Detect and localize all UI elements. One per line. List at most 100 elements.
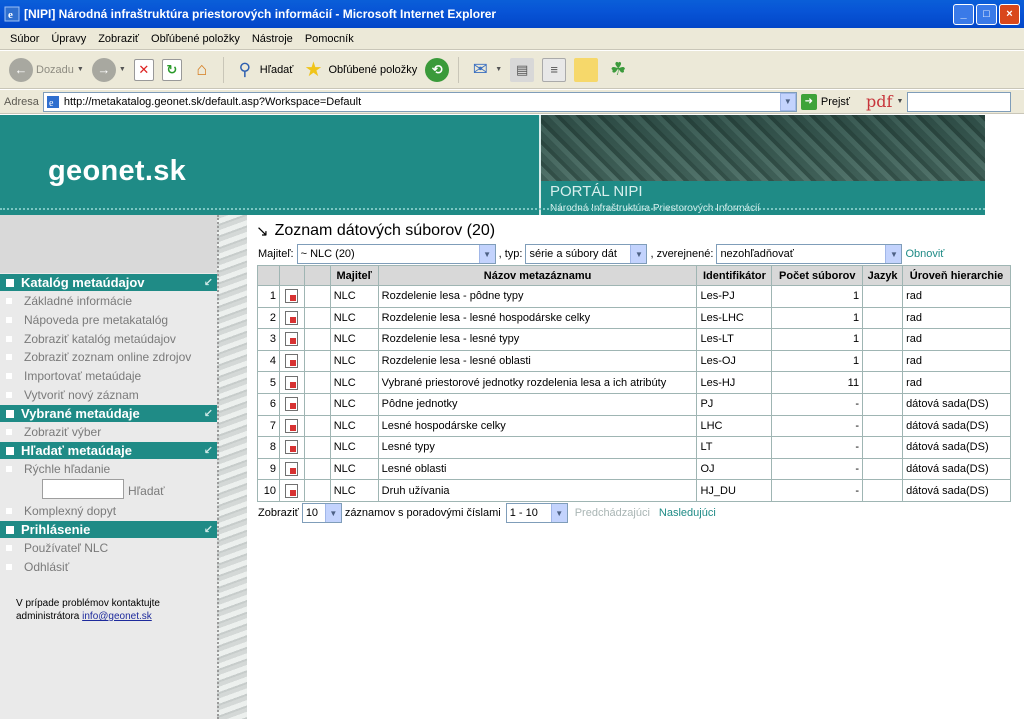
quick-search-button[interactable]: Hľadať xyxy=(128,484,165,498)
row-name[interactable]: Lesné oblasti xyxy=(377,457,698,481)
collapse-arrow-icon[interactable]: ↙ xyxy=(204,523,213,536)
sidebar-item-online-sources[interactable]: Zobraziť zoznam online zdrojov xyxy=(6,348,191,366)
document-icon[interactable] xyxy=(285,462,299,477)
table-row[interactable]: 7 NLC Lesné hospodárske celky LHC - dátová sa… xyxy=(257,414,1011,438)
edit-button[interactable]: ≡ xyxy=(539,53,569,87)
table-row[interactable]: 2 NLC Rozdelenie lesa - lesné hospodárske … xyxy=(257,306,1011,330)
row-language xyxy=(862,479,904,502)
back-button[interactable]: ← Dozadu ▼ xyxy=(6,53,87,87)
row-file-count: - xyxy=(771,392,864,416)
refresh-link[interactable]: Obnoviť xyxy=(905,248,944,260)
table-row[interactable]: 6 NLC Pôdne jednotky PJ - dátová sada(DS) xyxy=(257,392,1011,416)
row-file-count: 1 xyxy=(771,349,864,373)
close-button[interactable]: × xyxy=(999,3,1020,25)
forward-button[interactable]: → ▼ xyxy=(89,53,129,87)
chevron-down-icon[interactable]: ▼ xyxy=(896,98,903,105)
document-icon[interactable] xyxy=(285,418,299,433)
sidebar-item-import[interactable]: Importovať metaúdaje xyxy=(6,367,141,385)
menu-help[interactable]: Pomocník xyxy=(299,33,360,45)
row-owner: NLC xyxy=(329,306,379,330)
document-icon[interactable] xyxy=(285,289,299,304)
table-row[interactable]: 4 NLC Rozdelenie lesa - lesné oblasti Les-O… xyxy=(257,349,1011,373)
next-page-link[interactable]: Nasledujúci xyxy=(659,507,716,519)
table-row[interactable]: 1 NLC Rozdelenie lesa - pôdne typy Les-PJ 1 r… xyxy=(257,285,1011,308)
mail-button[interactable]: ✉ ▼ xyxy=(465,53,505,87)
chevron-down-icon[interactable]: ▼ xyxy=(779,92,796,111)
sidebar-item-complex-query[interactable]: Komplexný dopyt xyxy=(6,502,116,520)
menu-tools[interactable]: Nástroje xyxy=(246,33,299,45)
row-name[interactable]: Rozdelenie lesa - pôdne typy xyxy=(377,285,698,308)
page-range-select[interactable]: 1 - 10 ▼ xyxy=(505,503,568,523)
row-name[interactable]: Rozdelenie lesa - lesné oblasti xyxy=(377,349,698,373)
sidebar-item-user[interactable]: Používateľ NLC xyxy=(6,539,108,557)
sidebar-item-help[interactable]: Nápoveda pre metakatalóg xyxy=(6,311,168,329)
document-icon[interactable] xyxy=(285,310,299,325)
row-name[interactable]: Lesné typy xyxy=(377,436,698,459)
document-icon[interactable] xyxy=(285,375,299,390)
discuss-button[interactable] xyxy=(571,53,601,87)
table-row[interactable]: 3 NLC Rozdelenie lesa - lesné typy Les-LT 1 r… xyxy=(257,328,1011,351)
row-name[interactable]: Pôdne jednotky xyxy=(377,392,698,416)
table-row[interactable]: 8 NLC Lesné typy LT - dátová sada(DS) xyxy=(257,436,1011,459)
help-email-link[interactable]: info@geonet.sk xyxy=(82,611,152,622)
owner-select[interactable]: ~ NLC (20) ▼ xyxy=(296,244,496,264)
collapse-arrow-icon[interactable]: ↙ xyxy=(204,444,213,457)
column-header-hierarchy[interactable]: Úroveň hierarchie xyxy=(902,265,1011,286)
favorites-button[interactable]: ★ Obľúbené položky xyxy=(298,53,420,87)
column-header-name[interactable]: Názov metazáznamu xyxy=(377,265,698,286)
home-button[interactable]: ⌂ xyxy=(187,53,217,87)
refresh-button[interactable]: ↻ xyxy=(159,53,185,87)
previous-page-link[interactable]: Predchádzajúci xyxy=(575,507,650,519)
column-header-owner[interactable]: Majiteľ xyxy=(329,265,379,286)
sidebar-item-new-record[interactable]: Vytvoriť nový záznam xyxy=(6,386,139,404)
table-row[interactable]: 5 NLC Vybrané priestorové jednotky rozdele… xyxy=(257,371,1011,394)
menu-favorites[interactable]: Obľúbené položky xyxy=(145,33,246,45)
address-input[interactable]: e http://metakatalog.geonet.sk/default.a… xyxy=(42,91,797,112)
document-icon[interactable] xyxy=(285,332,299,347)
sidebar-item-show-selection[interactable]: Zobraziť výber xyxy=(6,423,101,441)
type-select[interactable]: série a súbory dát ▼ xyxy=(525,244,648,264)
column-header-file-count[interactable]: Počet súborov xyxy=(771,265,864,286)
print-button[interactable]: ▤ xyxy=(507,53,537,87)
go-button[interactable]: ➜ Prejsť xyxy=(800,93,850,110)
messenger-button[interactable]: ☘ xyxy=(603,53,633,87)
column-header-identifier[interactable]: Identifikátor xyxy=(696,265,773,286)
sidebar-item-show-catalog[interactable]: Zobraziť katalóg metaúdajov xyxy=(6,330,176,348)
page-size-select[interactable]: 10 ▼ xyxy=(301,503,342,523)
row-name[interactable]: Druh užívania xyxy=(377,479,698,502)
table-row[interactable]: 9 NLC Lesné oblasti OJ - dátová sada(DS) xyxy=(257,457,1011,481)
sidebar-item-logout[interactable]: Odhlásiť xyxy=(6,558,69,576)
pdf-toolbar-button[interactable]: pdf xyxy=(866,92,892,111)
sidebar-item-basic-info[interactable]: Základné informácie xyxy=(6,292,132,310)
sidebar-section-catalog[interactable]: Katalóg metaúdajov ↙ xyxy=(0,274,217,291)
sidebar-section-search[interactable]: Hľadať metaúdaje ↙ xyxy=(0,442,217,459)
menu-edit[interactable]: Úpravy xyxy=(45,33,92,45)
menu-file[interactable]: Súbor xyxy=(4,33,45,45)
menu-view[interactable]: Zobraziť xyxy=(92,33,145,45)
menu-bar: Súbor Úpravy Zobraziť Obľúbené položky N… xyxy=(0,28,1024,50)
document-icon[interactable] xyxy=(285,354,299,369)
toolbar-search-input[interactable] xyxy=(907,91,1012,112)
collapse-arrow-icon[interactable]: ↙ xyxy=(204,407,213,420)
row-hierarchy: rad xyxy=(902,285,1011,308)
row-name[interactable]: Rozdelenie lesa - lesné typy xyxy=(377,328,698,351)
document-icon[interactable] xyxy=(285,483,299,498)
quick-search-input[interactable] xyxy=(42,479,124,499)
row-name[interactable]: Rozdelenie lesa - lesné hospodárske celk… xyxy=(377,306,698,330)
row-name[interactable]: Vybrané priestorové jednotky rozdelenia … xyxy=(377,371,698,394)
document-icon[interactable] xyxy=(285,440,299,455)
table-row[interactable]: 10 NLC Druh užívania HJ_DU - dátová sada(DS) xyxy=(257,479,1011,502)
sidebar-section-login[interactable]: Prihlásenie ↙ xyxy=(0,521,217,538)
document-icon[interactable] xyxy=(285,397,299,412)
column-header-language[interactable]: Jazyk xyxy=(862,265,904,286)
minimize-button[interactable]: _ xyxy=(953,3,974,25)
row-name[interactable]: Lesné hospodárske celky xyxy=(377,414,698,438)
search-button[interactable]: ⚲ Hľadať xyxy=(230,53,297,87)
sidebar-section-selected[interactable]: Vybrané metaúdaje ↙ xyxy=(0,405,217,422)
collapse-arrow-icon[interactable]: ↙ xyxy=(204,276,213,289)
stop-button[interactable]: ✕ xyxy=(131,53,157,87)
published-select[interactable]: nezohľadňovať ▼ xyxy=(716,244,903,264)
site-logo[interactable]: geonet.sk xyxy=(48,155,186,188)
maximize-button[interactable]: □ xyxy=(976,3,997,25)
history-button[interactable]: ⟲ xyxy=(422,53,452,87)
